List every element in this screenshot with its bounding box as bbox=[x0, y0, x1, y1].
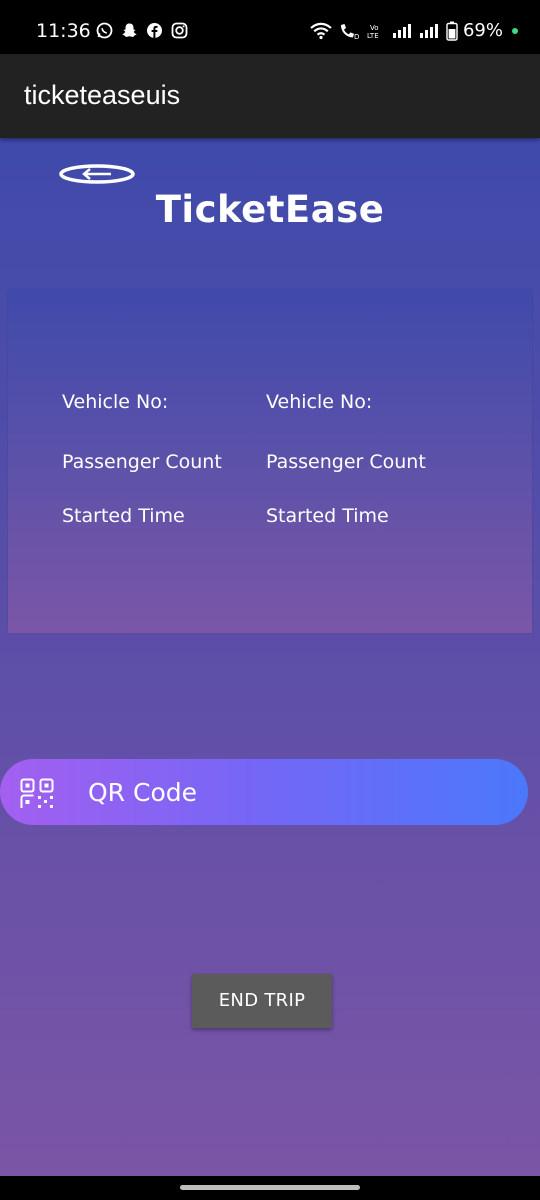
signal-icon bbox=[392, 22, 414, 39]
passenger-count-label: Passenger Count bbox=[62, 451, 222, 473]
svg-text:Vo: Vo bbox=[370, 24, 379, 32]
started-time-value: Started Time bbox=[266, 505, 389, 527]
passenger-count-value: Passenger Count bbox=[266, 451, 426, 473]
privacy-indicator-dot bbox=[512, 27, 518, 34]
qr-code-label: QR Code bbox=[88, 778, 197, 807]
status-bar: 11:36 D Vo LTE 69% bbox=[0, 0, 540, 54]
qr-code-icon bbox=[20, 778, 54, 808]
app-screen: 11:36 D Vo LTE 69% ticketeaseuis TicketE… bbox=[0, 0, 540, 1200]
navigation-bar bbox=[0, 1176, 540, 1200]
brand-title: TicketEase bbox=[0, 188, 540, 231]
svg-text:D: D bbox=[354, 33, 359, 40]
notification-icons bbox=[96, 22, 188, 39]
vehicle-number-label: Vehicle No: bbox=[62, 391, 169, 413]
vehicle-number-value: Vehicle No: bbox=[266, 391, 373, 413]
qr-code-button[interactable]: QR Code bbox=[0, 759, 528, 825]
app-bar: ticketeaseuis bbox=[0, 54, 540, 138]
battery-percentage: 69% bbox=[462, 20, 503, 41]
system-indicators: D Vo LTE 69% bbox=[309, 20, 518, 41]
main-content: TicketEase Vehicle No: Vehicle No: Passe… bbox=[0, 138, 540, 1176]
signal-icon bbox=[419, 22, 441, 39]
svg-text:LTE: LTE bbox=[367, 32, 379, 40]
snapchat-icon bbox=[121, 22, 138, 39]
back-button[interactable] bbox=[58, 160, 138, 188]
whatsapp-icon bbox=[96, 22, 113, 39]
app-bar-title: ticketeaseuis bbox=[24, 80, 181, 110]
volte-lte-icon: Vo LTE bbox=[367, 22, 387, 40]
end-trip-button[interactable]: END TRIP bbox=[192, 974, 332, 1028]
gesture-handle[interactable] bbox=[180, 1185, 360, 1190]
brand-title-text: TicketEase bbox=[155, 188, 385, 231]
back-arrow-icon bbox=[59, 164, 135, 184]
instagram-icon bbox=[171, 22, 188, 39]
status-time: 11:36 bbox=[36, 20, 91, 42]
battery-icon bbox=[446, 21, 458, 41]
started-time-label: Started Time bbox=[62, 505, 185, 527]
trip-info-card: Vehicle No: Vehicle No: Passenger Count … bbox=[8, 289, 532, 633]
facebook-icon bbox=[146, 22, 163, 39]
wifi-icon bbox=[309, 22, 333, 39]
volte-call-icon: D bbox=[338, 22, 362, 40]
